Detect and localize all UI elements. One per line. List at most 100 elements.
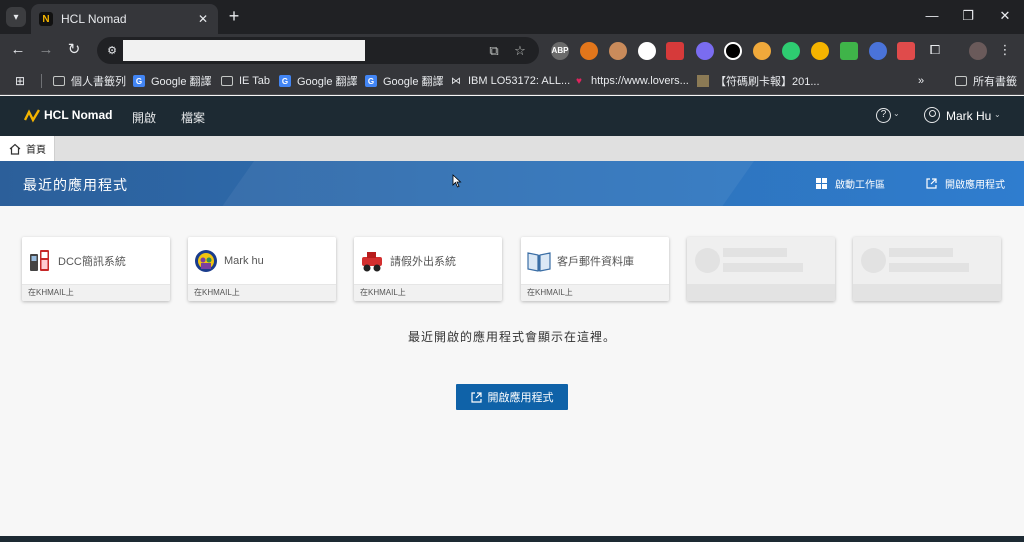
external-link-icon: [926, 177, 937, 189]
extension-icon[interactable]: [724, 42, 742, 60]
app-tab-bar: 首頁: [0, 136, 1024, 161]
phone-icon: [30, 249, 49, 271]
bookmark-folder[interactable]: IE Tab: [221, 73, 270, 89]
mail-globe-icon: [195, 249, 217, 272]
bookmarks-bar: ⊞ 個人書籤列 G Google 翻譯 IE Tab G Google 翻譯 G Go…: [0, 67, 1024, 95]
bookmark-folder[interactable]: 個人書籤列: [53, 73, 126, 89]
address-bar: ⚙ ⧉ ☆: [97, 37, 539, 64]
home-icon: [9, 143, 21, 155]
bookmark-item[interactable]: G Google 翻譯: [279, 73, 358, 89]
app-card-dcc[interactable]: DCC簡訊系統 在KHMAIL上: [22, 237, 170, 301]
page-title: 最近的應用程式: [23, 177, 128, 193]
extension-icon[interactable]: [753, 42, 771, 60]
external-link-icon: [470, 391, 482, 403]
lock-extension-icon[interactable]: [666, 42, 684, 60]
app-header: HCL Nomad 開啟 檔案 ? ⌄ Mark Hu ⌄: [0, 96, 1024, 136]
app-card-server: 在KHMAIL上: [521, 284, 669, 301]
bookmark-item[interactable]: G Google 翻譯: [133, 73, 212, 89]
book-icon: [527, 251, 551, 272]
close-icon[interactable]: ✕: [196, 12, 210, 26]
url-input[interactable]: [123, 40, 365, 61]
site-info-icon[interactable]: ⚙: [103, 42, 121, 60]
browser-tab-active[interactable]: N HCL Nomad ✕: [31, 4, 218, 34]
bookmark-item[interactable]: G Google 翻譯: [365, 73, 444, 89]
help-icon[interactable]: ?: [876, 108, 891, 123]
new-tab-button[interactable]: +: [226, 6, 242, 26]
user-menu-name[interactable]: Mark Hu: [946, 109, 991, 123]
reload-icon[interactable]: ↻: [64, 40, 84, 60]
tab-strip: ▾ N HCL Nomad ✕ + — ❐ ✕: [0, 0, 1024, 34]
app-card-leave[interactable]: 請假外出系統 在KHMAIL上: [354, 237, 502, 301]
profile-avatar[interactable]: [969, 42, 987, 60]
vehicle-icon: [362, 251, 382, 271]
taskbar-edge: [0, 536, 1024, 542]
app-card-placeholder: [687, 237, 835, 301]
workspace-grid-icon: [816, 177, 827, 189]
open-app-button[interactable]: 開啟應用程式: [456, 384, 568, 410]
heart-icon: ♥: [576, 75, 582, 87]
app-card-mail[interactable]: Mark hu 在KHMAIL上: [188, 237, 336, 301]
bookmarks-overflow-button[interactable]: »: [918, 73, 924, 89]
app-card-customer-mail[interactable]: 客戶郵件資料庫 在KHMAIL上: [521, 237, 669, 301]
extension-icon[interactable]: [609, 42, 627, 60]
app-card-name: Mark hu: [224, 254, 264, 267]
app-brand[interactable]: HCL Nomad: [44, 108, 112, 122]
google-translate-icon: G: [365, 75, 377, 87]
open-in-app-icon[interactable]: ⧉: [485, 42, 503, 60]
menu-open[interactable]: 開啟: [132, 109, 156, 126]
extension-icon[interactable]: [638, 42, 656, 60]
all-bookmarks-folder[interactable]: 所有書籤: [955, 73, 1017, 89]
extension-icon[interactable]: [811, 42, 829, 60]
extensions-puzzle-icon[interactable]: ⧠: [926, 41, 944, 59]
minimize-icon[interactable]: —: [920, 6, 944, 26]
hcl-nomad-favicon: N: [39, 12, 53, 26]
extension-icon[interactable]: [840, 42, 858, 60]
extension-icon[interactable]: [869, 42, 887, 60]
empty-state-message: 最近開啟的應用程式會顯示在這裡。: [407, 330, 616, 344]
tab-home-label: 首頁: [26, 145, 46, 156]
app-card-server: 在KHMAIL上: [354, 284, 502, 301]
image-icon: [697, 75, 709, 87]
ibm-icon: ⋈: [451, 75, 461, 87]
extension-icon[interactable]: [782, 42, 800, 60]
extension-icon[interactable]: [696, 42, 714, 60]
apps-grid-icon[interactable]: ⊞: [14, 73, 32, 89]
app-card-name: DCC簡訊系統: [58, 255, 126, 268]
adblock-extension-icon[interactable]: ABP: [551, 42, 569, 60]
google-translate-icon: G: [133, 75, 145, 87]
forward-icon[interactable]: →: [36, 40, 56, 60]
tab-title: HCL Nomad: [61, 12, 127, 26]
bookmark-item[interactable]: 【符碼刷卡報】201...: [697, 73, 820, 89]
bookmark-item[interactable]: ♥ https://www.lovers...: [573, 73, 689, 89]
extension-icon[interactable]: [897, 42, 915, 60]
recent-apps-banner: 最近的應用程式 啟動工作區 開啟應用程式: [0, 161, 1024, 206]
hcl-logo-icon: [24, 109, 40, 123]
tab-home[interactable]: 首頁: [0, 136, 55, 161]
more-menu-icon[interactable]: ⋮: [996, 41, 1014, 59]
google-translate-icon: G: [279, 75, 291, 87]
folder-icon: [955, 76, 967, 86]
tab-search-button[interactable]: ▾: [6, 7, 26, 27]
browser-toolbar: ← → ↻ ⚙ ⧉ ☆ ABP ⧠ ⋮: [0, 34, 1024, 67]
app-card-server: 在KHMAIL上: [188, 284, 336, 301]
recent-apps-panel: DCC簡訊系統 在KHMAIL上 Mark hu 在KHMAIL上 請假外出系統…: [0, 206, 1024, 536]
menu-file[interactable]: 檔案: [181, 109, 205, 126]
app-card-name: 請假外出系統: [390, 255, 456, 268]
restore-icon[interactable]: ❐: [956, 6, 980, 26]
app-card-server: 在KHMAIL上: [22, 284, 170, 301]
folder-icon: [221, 76, 233, 86]
user-icon[interactable]: [924, 107, 940, 123]
back-icon[interactable]: ←: [8, 40, 28, 60]
metamask-extension-icon[interactable]: [580, 42, 598, 60]
mouse-cursor-icon: [452, 174, 462, 188]
chevron-down-icon[interactable]: ⌄: [893, 109, 900, 118]
window-close-icon[interactable]: ✕: [993, 6, 1017, 26]
banner-decoration: [197, 161, 783, 206]
launch-workspace-button[interactable]: 啟動工作區: [816, 175, 885, 191]
bookmarks-divider: [41, 74, 42, 88]
open-app-header-button[interactable]: 開啟應用程式: [926, 175, 1005, 191]
bookmark-star-icon[interactable]: ☆: [511, 42, 529, 60]
bookmark-item[interactable]: ⋈ IBM LO53172: ALL...: [450, 73, 570, 89]
app-card-placeholder: [853, 237, 1001, 301]
chevron-down-icon[interactable]: ⌄: [994, 110, 1001, 119]
